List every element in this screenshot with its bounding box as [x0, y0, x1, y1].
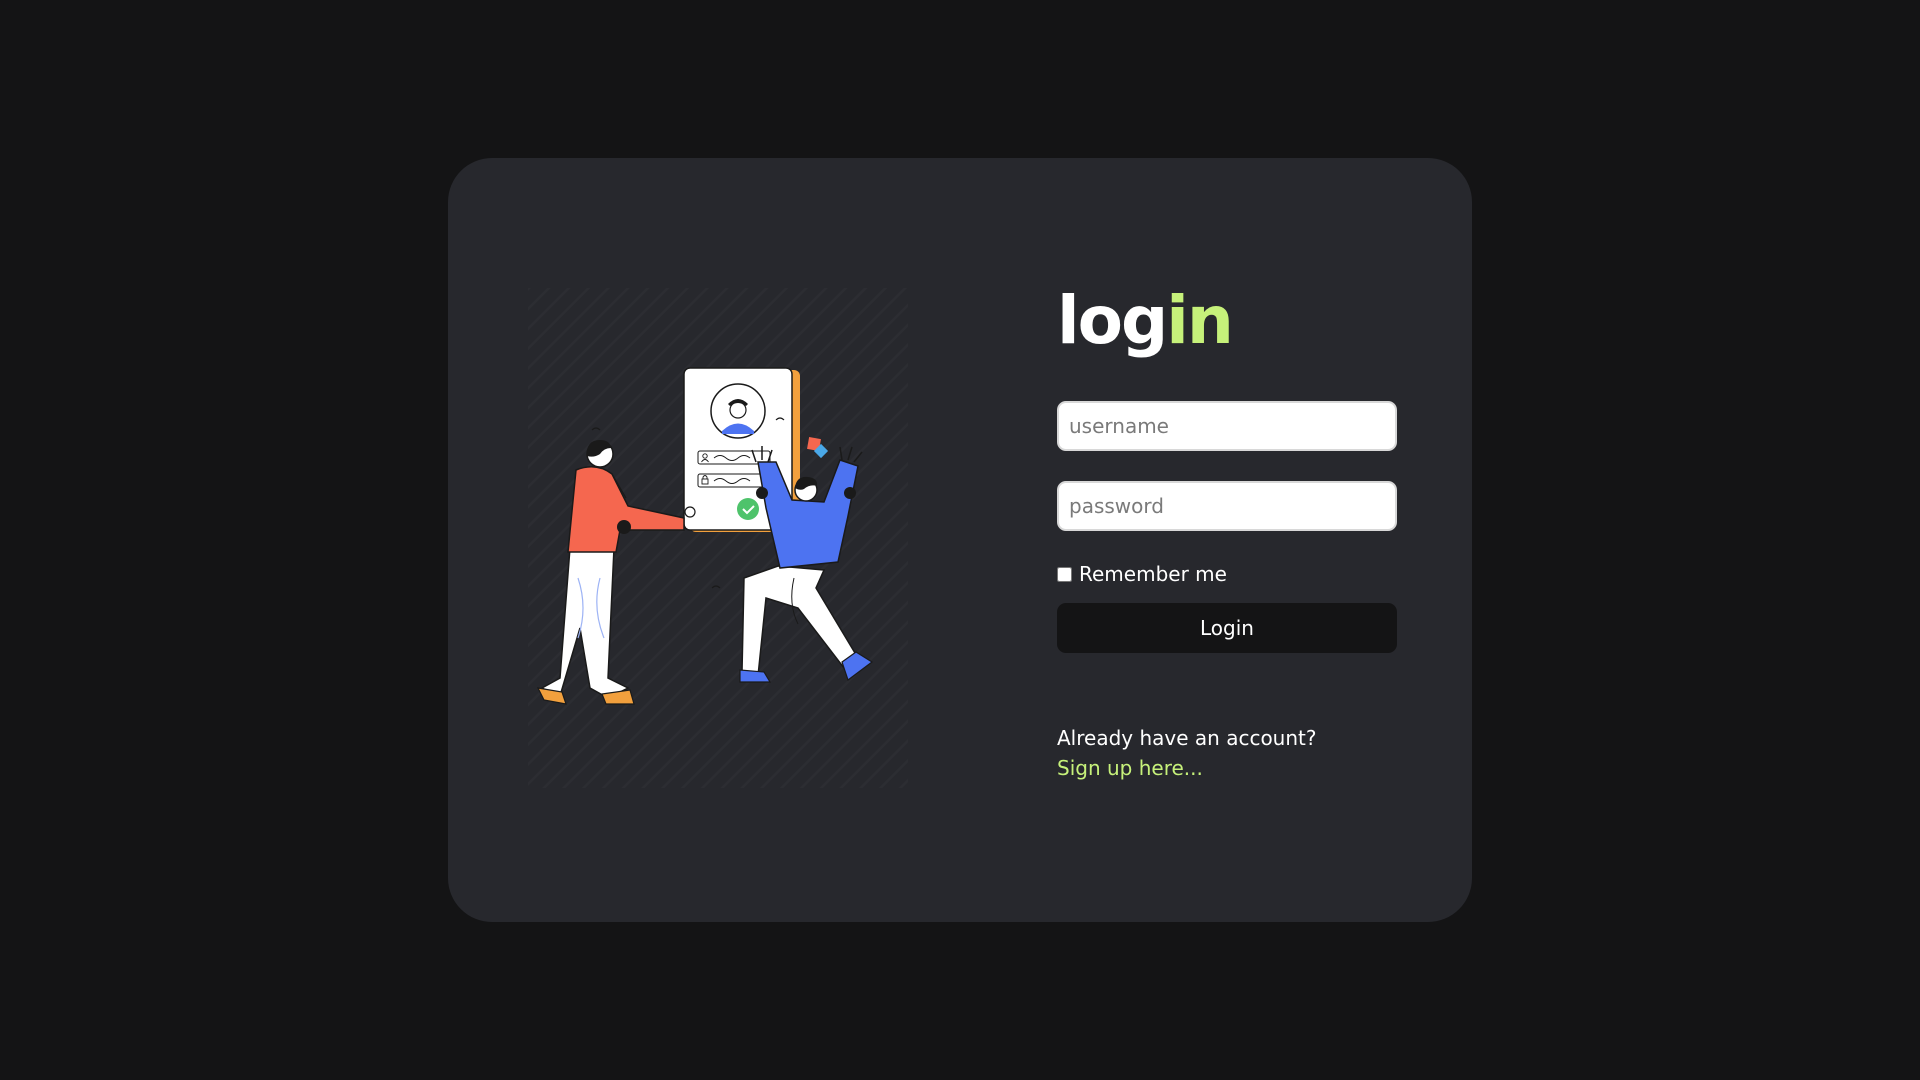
remember-me-row: Remember me — [1057, 561, 1397, 587]
two-people-login-illustration — [528, 288, 908, 788]
username-input[interactable] — [1057, 401, 1397, 451]
login-card: login Remember me Login Already have an … — [448, 158, 1472, 922]
remember-me-checkbox[interactable] — [1057, 566, 1072, 582]
page: login Remember me Login Already have an … — [0, 0, 1920, 1080]
login-form: login Remember me Login Already have an … — [1057, 288, 1397, 783]
title-main: log — [1057, 282, 1168, 359]
password-input[interactable] — [1057, 481, 1397, 531]
title-accent: in — [1166, 282, 1234, 359]
signup-prompt: Already have an account? Sign up here... — [1057, 723, 1397, 783]
remember-me-label[interactable]: Remember me — [1079, 562, 1227, 586]
check-icon — [737, 498, 759, 520]
page-title: login — [1057, 288, 1397, 368]
signup-question: Already have an account? — [1057, 726, 1317, 750]
login-button[interactable]: Login — [1057, 603, 1397, 653]
signup-link[interactable]: Sign up here... — [1057, 753, 1203, 783]
profile-avatar-icon — [710, 383, 766, 439]
